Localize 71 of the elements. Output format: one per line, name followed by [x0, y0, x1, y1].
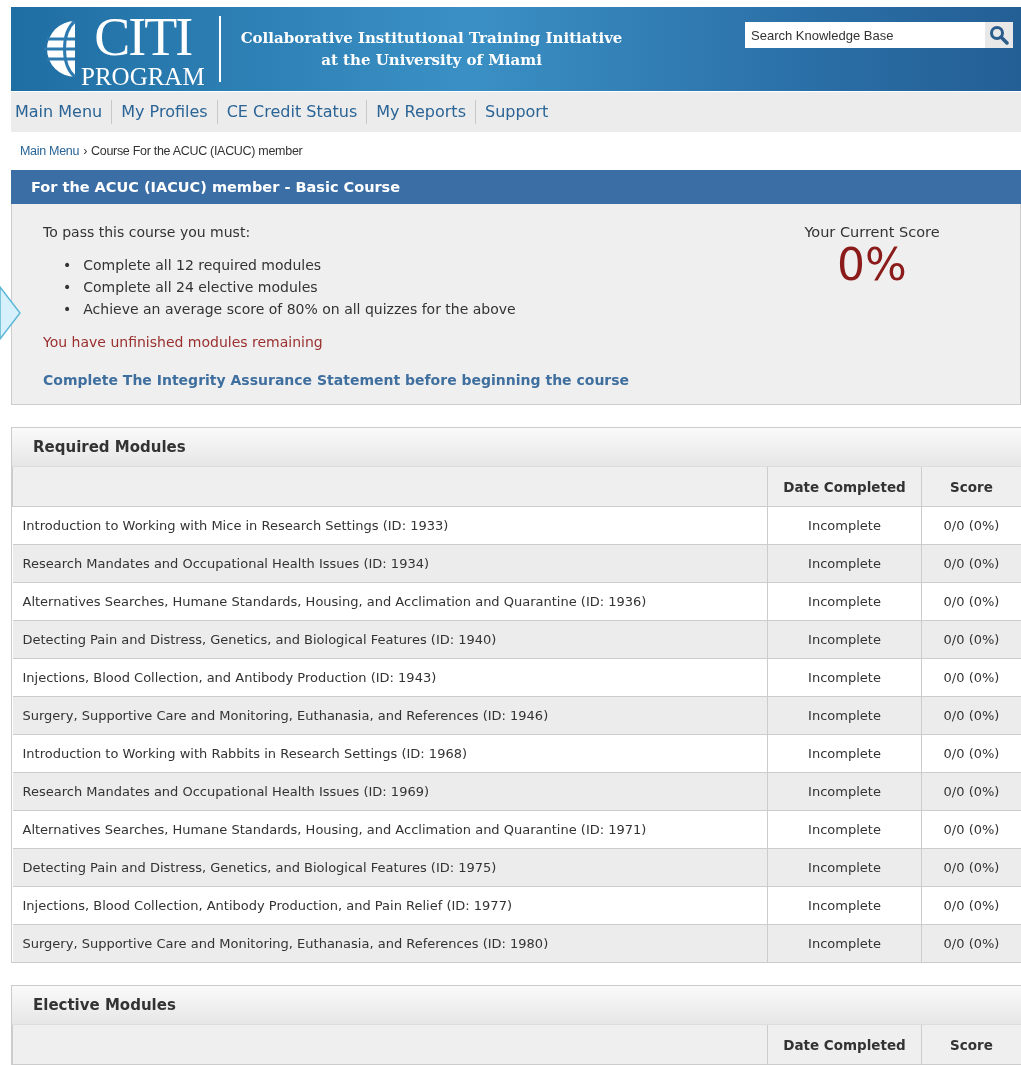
date-cell: Incomplete — [767, 658, 922, 697]
module-cell: Research Mandates and Occupational Health Issues (ID: 1969) — [12, 772, 768, 811]
logo-subtitle: PROGRAM — [81, 63, 205, 89]
score-cell: 0/0 (0%) — [921, 848, 1021, 887]
date-cell: Incomplete — [767, 544, 922, 583]
date-cell: Incomplete — [767, 810, 922, 849]
bullet-marker: • — [63, 278, 72, 297]
score-cell: 0/0 (0%) — [921, 658, 1021, 697]
score-cell: 0/0 (0%) — [921, 620, 1021, 659]
module-cell: Detecting Pain and Distress, Genetics, and Biological Features (ID: 1940) — [12, 620, 768, 659]
score-cell: 0/0 (0%) — [921, 886, 1021, 925]
bullet-marker: • — [63, 256, 72, 275]
score-cell: 0/0 (0%) — [921, 734, 1021, 773]
requirements-intro: To pass this course you must: — [43, 224, 251, 240]
date-cell: Incomplete — [767, 772, 922, 811]
date-cell: Incomplete — [767, 506, 922, 545]
search-button[interactable] — [985, 22, 1013, 48]
score-cell: 0/0 (0%) — [921, 696, 1021, 735]
module-cell: Surgery, Supportive Care and Monitoring, Euthanasia, and References (ID: 1946) — [12, 696, 768, 735]
nav-link[interactable]: Support — [474, 100, 558, 124]
date-cell: Incomplete — [767, 582, 922, 621]
bullet-marker: • — [63, 300, 72, 319]
nav-link[interactable]: My Reports — [366, 100, 475, 124]
score-cell: 0/0 (0%) — [921, 810, 1021, 849]
module-cell: Alternatives Searches, Humane Standards, Housing, and Acclimation and Quarantine (ID: 1936) — [12, 582, 768, 621]
nav-link[interactable]: Main Menu — [11, 100, 112, 124]
module-cell: Surgery, Supportive Care and Monitoring, Euthanasia, and References (ID: 1980) — [12, 924, 768, 962]
nav-link[interactable]: CE Credit Status — [216, 100, 367, 124]
logo-title: CITI — [94, 9, 192, 64]
warning-text: You have unfinished modules remaining — [43, 334, 323, 350]
header-tagline: at the University of Miami — [321, 50, 542, 71]
requirement-item: Complete all 24 elective modules — [83, 278, 318, 297]
score-cell: 0/0 (0%) — [921, 544, 1021, 583]
course-title: For the ACUC (IACUC) member - Basic Course — [11, 170, 1021, 204]
column-header: Score — [921, 467, 1021, 507]
search-field[interactable]: Search Knowledge Base — [745, 22, 985, 48]
column-header: Date Completed — [767, 1025, 922, 1064]
integrity-statement-link[interactable]: Complete The Integrity Assurance Statement before beginning the course — [43, 372, 630, 388]
requirement-item: Achieve an average score of 80% on all quizzes for the above — [83, 300, 516, 319]
breadcrumb-current: Course For the ACUC (IACUC) member — [91, 144, 303, 158]
breadcrumb-separator: › — [83, 144, 87, 158]
panel-title: Required Modules — [12, 428, 1021, 467]
date-cell: Incomplete — [767, 620, 922, 659]
module-cell: Introduction to Working with Mice in Research Settings (ID: 1933) — [12, 506, 768, 545]
score-cell: 0/0 (0%) — [921, 582, 1021, 621]
score-cell: 0/0 (0%) — [921, 506, 1021, 545]
header-tagline: Collaborative Institutional Training Initiative — [240, 28, 623, 49]
date-cell: Incomplete — [767, 848, 922, 887]
score-label: Your Current Score — [804, 224, 940, 240]
module-cell: Alternatives Searches, Humane Standards, Housing, and Acclimation and Quarantine (ID: 1971) — [12, 810, 768, 849]
column-header: Score — [921, 1025, 1021, 1064]
globe-icon — [41, 19, 77, 79]
current-score: 0% — [837, 240, 907, 290]
callout-arrow-icon — [0, 285, 22, 341]
module-cell: Injections, Blood Collection, Antibody Production, and Pain Relief (ID: 1977) — [12, 886, 768, 925]
module-cell: Introduction to Working with Rabbits in Research Settings (ID: 1968) — [12, 734, 768, 773]
score-cell: 0/0 (0%) — [921, 924, 1021, 962]
breadcrumb-link[interactable]: Main Menu — [20, 144, 80, 158]
date-cell: Incomplete — [767, 886, 922, 925]
date-cell: Incomplete — [767, 924, 922, 962]
date-cell: Incomplete — [767, 734, 922, 773]
search-icon — [989, 25, 1009, 45]
date-cell: Incomplete — [767, 696, 922, 735]
panel-title: Elective Modules — [12, 986, 1021, 1025]
module-cell: Research Mandates and Occupational Health Issues (ID: 1934) — [12, 544, 768, 583]
requirement-item: Complete all 12 required modules — [83, 256, 322, 275]
module-cell: Injections, Blood Collection, and Antibody Production (ID: 1943) — [12, 658, 768, 697]
nav-link[interactable]: My Profiles — [111, 100, 217, 124]
score-cell: 0/0 (0%) — [921, 772, 1021, 811]
column-header: Date Completed — [767, 467, 922, 507]
module-cell: Detecting Pain and Distress, Genetics, and Biological Features (ID: 1975) — [12, 848, 768, 887]
